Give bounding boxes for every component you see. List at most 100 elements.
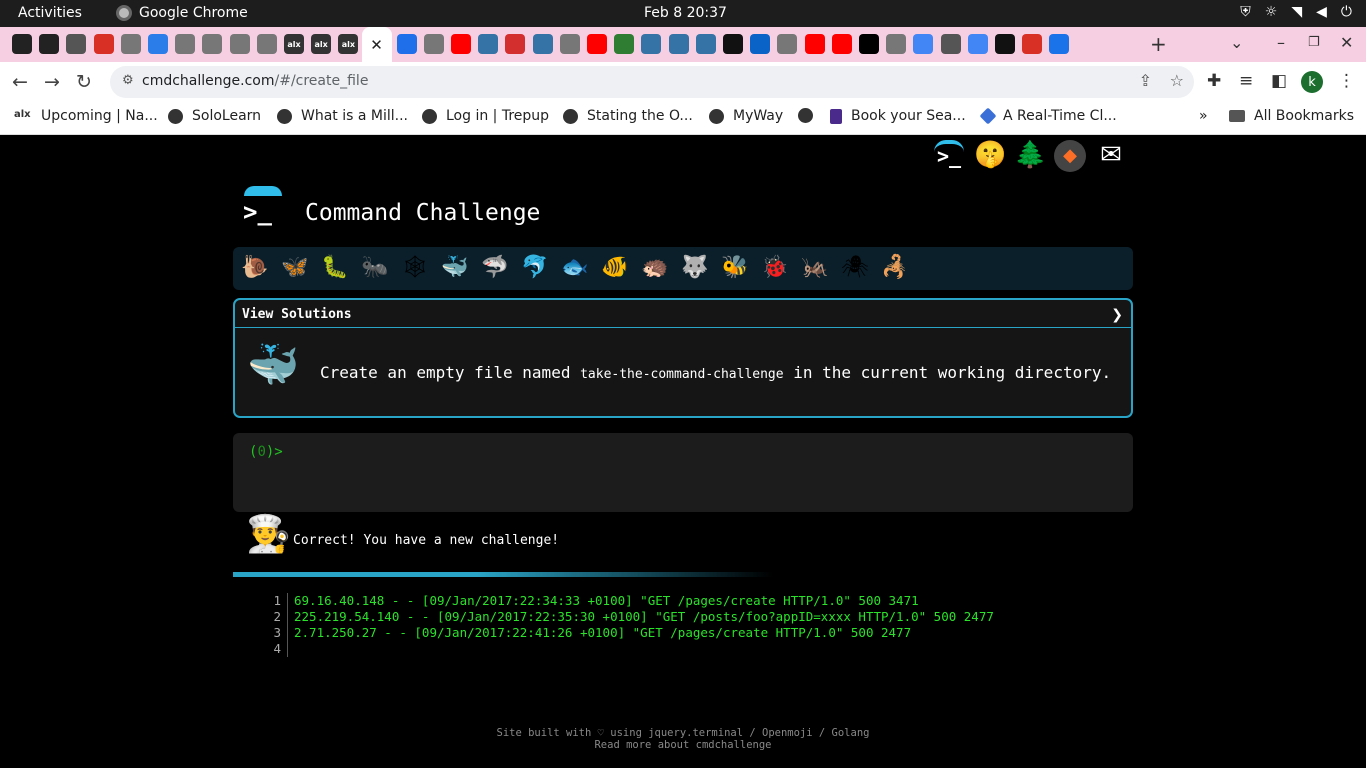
contacts-tab-icon[interactable] bbox=[1049, 34, 1070, 54]
audio-tab-icon[interactable] bbox=[66, 34, 87, 54]
shield-icon[interactable]: ⛨ bbox=[1240, 4, 1251, 20]
generic-tab-icon[interactable] bbox=[229, 34, 250, 54]
pdf-tab-icon[interactable] bbox=[505, 34, 526, 54]
generic-tab-icon[interactable] bbox=[120, 34, 141, 54]
outlook-tab-icon[interactable] bbox=[750, 34, 771, 54]
wix-tab-icon[interactable] bbox=[859, 34, 879, 54]
generic-tab-icon[interactable] bbox=[423, 34, 444, 54]
youtube-tab-icon[interactable] bbox=[451, 34, 471, 54]
challenge-level-icon[interactable]: 🐛 bbox=[321, 255, 348, 280]
url-text[interactable]: cmdchallenge.com/#/create_file bbox=[142, 73, 368, 89]
bookmark-item[interactable] bbox=[798, 108, 813, 123]
new-tab-button[interactable]: + bbox=[1150, 32, 1167, 56]
wifi-icon[interactable]: ◥ bbox=[1291, 4, 1302, 20]
footer-credits[interactable]: Site built with ♡ using jquery.terminal … bbox=[0, 727, 1366, 739]
clock[interactable]: Feb 8 20:37 bbox=[644, 5, 727, 21]
volume-icon[interactable]: ◀ bbox=[1316, 4, 1327, 20]
maximize-button[interactable]: ❐ bbox=[1308, 35, 1320, 50]
gmail-tab-icon[interactable] bbox=[93, 34, 114, 54]
challenge-level-icon[interactable]: 🦗 bbox=[801, 255, 828, 280]
link-tab-icon[interactable] bbox=[614, 34, 635, 54]
footer-about-link[interactable]: Read more about cmdchallenge bbox=[0, 739, 1366, 751]
challenge-level-icon[interactable]: 🦔 bbox=[641, 255, 668, 280]
chevron-right-icon[interactable]: ❯ bbox=[1111, 307, 1123, 323]
python-tab-icon[interactable] bbox=[532, 34, 553, 54]
bookmark-item[interactable]: SoloLearn bbox=[168, 108, 261, 124]
bookmark-item[interactable]: What is a Mill... bbox=[277, 108, 408, 124]
bookmark-item[interactable]: Log in | Trepup bbox=[422, 108, 549, 124]
generic-tab-icon[interactable] bbox=[559, 34, 580, 54]
tree-icon[interactable]: 🌲 bbox=[1014, 140, 1046, 172]
google-tab-icon[interactable] bbox=[913, 34, 934, 54]
github-tab-icon[interactable] bbox=[39, 34, 60, 54]
github-tab-icon[interactable] bbox=[12, 34, 32, 54]
generic-tab-icon[interactable] bbox=[777, 34, 798, 54]
all-bookmarks-button[interactable]: All Bookmarks bbox=[1229, 108, 1354, 124]
side-panel-icon[interactable]: ◧ bbox=[1271, 71, 1287, 91]
system-tray[interactable]: ⛨ ☼ ◥ ◀ ⏻ bbox=[1240, 4, 1352, 20]
alx-tab-icon[interactable]: alx bbox=[311, 34, 332, 54]
bookmark-item[interactable]: A Real-Time Cl... bbox=[979, 107, 1117, 125]
youtube-tab-icon[interactable] bbox=[831, 34, 852, 54]
bookmark-star-icon[interactable]: ☆ bbox=[1170, 71, 1184, 90]
tab-search-icon[interactable]: ⌄ bbox=[1230, 33, 1243, 52]
power-icon[interactable]: ⏻ bbox=[1341, 4, 1352, 20]
app-menu[interactable]: Google Chrome bbox=[116, 5, 248, 21]
site-info-icon[interactable]: ⚙ bbox=[122, 73, 134, 88]
chrome-tab-icon[interactable] bbox=[940, 34, 961, 54]
bookmarks-overflow-button[interactable]: » bbox=[1199, 108, 1208, 124]
close-window-button[interactable]: ✕ bbox=[1340, 33, 1353, 52]
active-tab-close-icon[interactable]: ✕ bbox=[361, 27, 392, 62]
challenge-level-icon[interactable]: 🐟 bbox=[561, 255, 588, 280]
python-tab-icon[interactable] bbox=[478, 34, 499, 54]
challenge-level-icon[interactable]: 🐝 bbox=[721, 255, 748, 280]
flash-tab-icon[interactable] bbox=[995, 34, 1015, 54]
generic-tab-icon[interactable] bbox=[256, 34, 277, 54]
bookmark-item[interactable]: MyWay bbox=[709, 108, 783, 124]
share-icon[interactable]: ⇪ bbox=[1139, 71, 1152, 90]
challenge-level-icon[interactable]: 🦈 bbox=[481, 255, 508, 280]
site-logo[interactable]: >_ bbox=[241, 186, 283, 228]
activities-button[interactable]: Activities bbox=[18, 5, 82, 21]
challenge-level-icon[interactable]: 🐺 bbox=[681, 255, 708, 280]
openai-tab-icon[interactable] bbox=[723, 34, 743, 54]
menu-icon[interactable]: ⋮ bbox=[1338, 71, 1355, 91]
python-tab-icon[interactable] bbox=[641, 34, 662, 54]
bookmark-item[interactable]: Book your Sea... bbox=[830, 108, 966, 124]
bookmark-item[interactable]: Stating the O... bbox=[563, 108, 693, 124]
youtube-tab-icon[interactable] bbox=[587, 34, 607, 54]
media-queue-icon[interactable]: ≡ bbox=[1239, 71, 1253, 91]
minimize-button[interactable]: – bbox=[1277, 33, 1285, 52]
challenge-level-icon[interactable]: 🐬 bbox=[521, 255, 548, 280]
back-icon[interactable]: ← bbox=[12, 71, 28, 93]
google-tab-icon[interactable] bbox=[967, 34, 988, 54]
generic-tab-icon[interactable] bbox=[202, 34, 223, 54]
shush-face-icon[interactable]: 🤫 bbox=[974, 140, 1006, 172]
gitlab-icon[interactable]: ◆ bbox=[1054, 140, 1086, 172]
challenge-level-icon[interactable]: 🦂 bbox=[881, 255, 908, 280]
globe-tab-icon[interactable] bbox=[148, 34, 168, 54]
python-tab-icon[interactable] bbox=[695, 34, 716, 54]
alx-tab-icon[interactable]: alx bbox=[284, 34, 304, 54]
challenge-level-icon[interactable]: 🕷 bbox=[841, 255, 869, 280]
extensions-icon[interactable]: ✚ bbox=[1207, 71, 1221, 91]
challenge-level-icon[interactable]: 🐌 bbox=[241, 255, 268, 280]
generic-tab-icon[interactable] bbox=[175, 34, 196, 54]
challenge-level-icon[interactable]: 🐳 bbox=[441, 255, 468, 280]
challenge-level-icon[interactable]: 🦋 bbox=[281, 255, 308, 280]
challenge-level-icon[interactable]: 🐠 bbox=[601, 255, 628, 280]
challenge-level-icon[interactable]: 🐜 bbox=[361, 255, 388, 280]
challenge-level-icon[interactable]: 🕸 bbox=[401, 255, 429, 280]
forward-icon[interactable]: → bbox=[44, 71, 60, 93]
alx-tab-icon[interactable]: alx bbox=[338, 34, 359, 54]
reload-icon[interactable]: ↻ bbox=[76, 71, 92, 93]
brightness-icon[interactable]: ☼ bbox=[1265, 4, 1278, 20]
terminal[interactable]: (0)> bbox=[233, 433, 1133, 512]
envelope-icon[interactable]: ✉ bbox=[1096, 140, 1126, 172]
terminal-icon[interactable]: >_ bbox=[934, 140, 964, 172]
address-bar[interactable]: ⚙ cmdchallenge.com/#/create_file ⇪ ☆ bbox=[110, 66, 1194, 98]
challenge-level-icon[interactable]: 🐞 bbox=[761, 255, 788, 280]
edge-tab-icon[interactable] bbox=[396, 34, 417, 54]
python-tab-icon[interactable] bbox=[668, 34, 689, 54]
bookmark-item[interactable]: alx Upcoming | Na... bbox=[14, 108, 158, 124]
